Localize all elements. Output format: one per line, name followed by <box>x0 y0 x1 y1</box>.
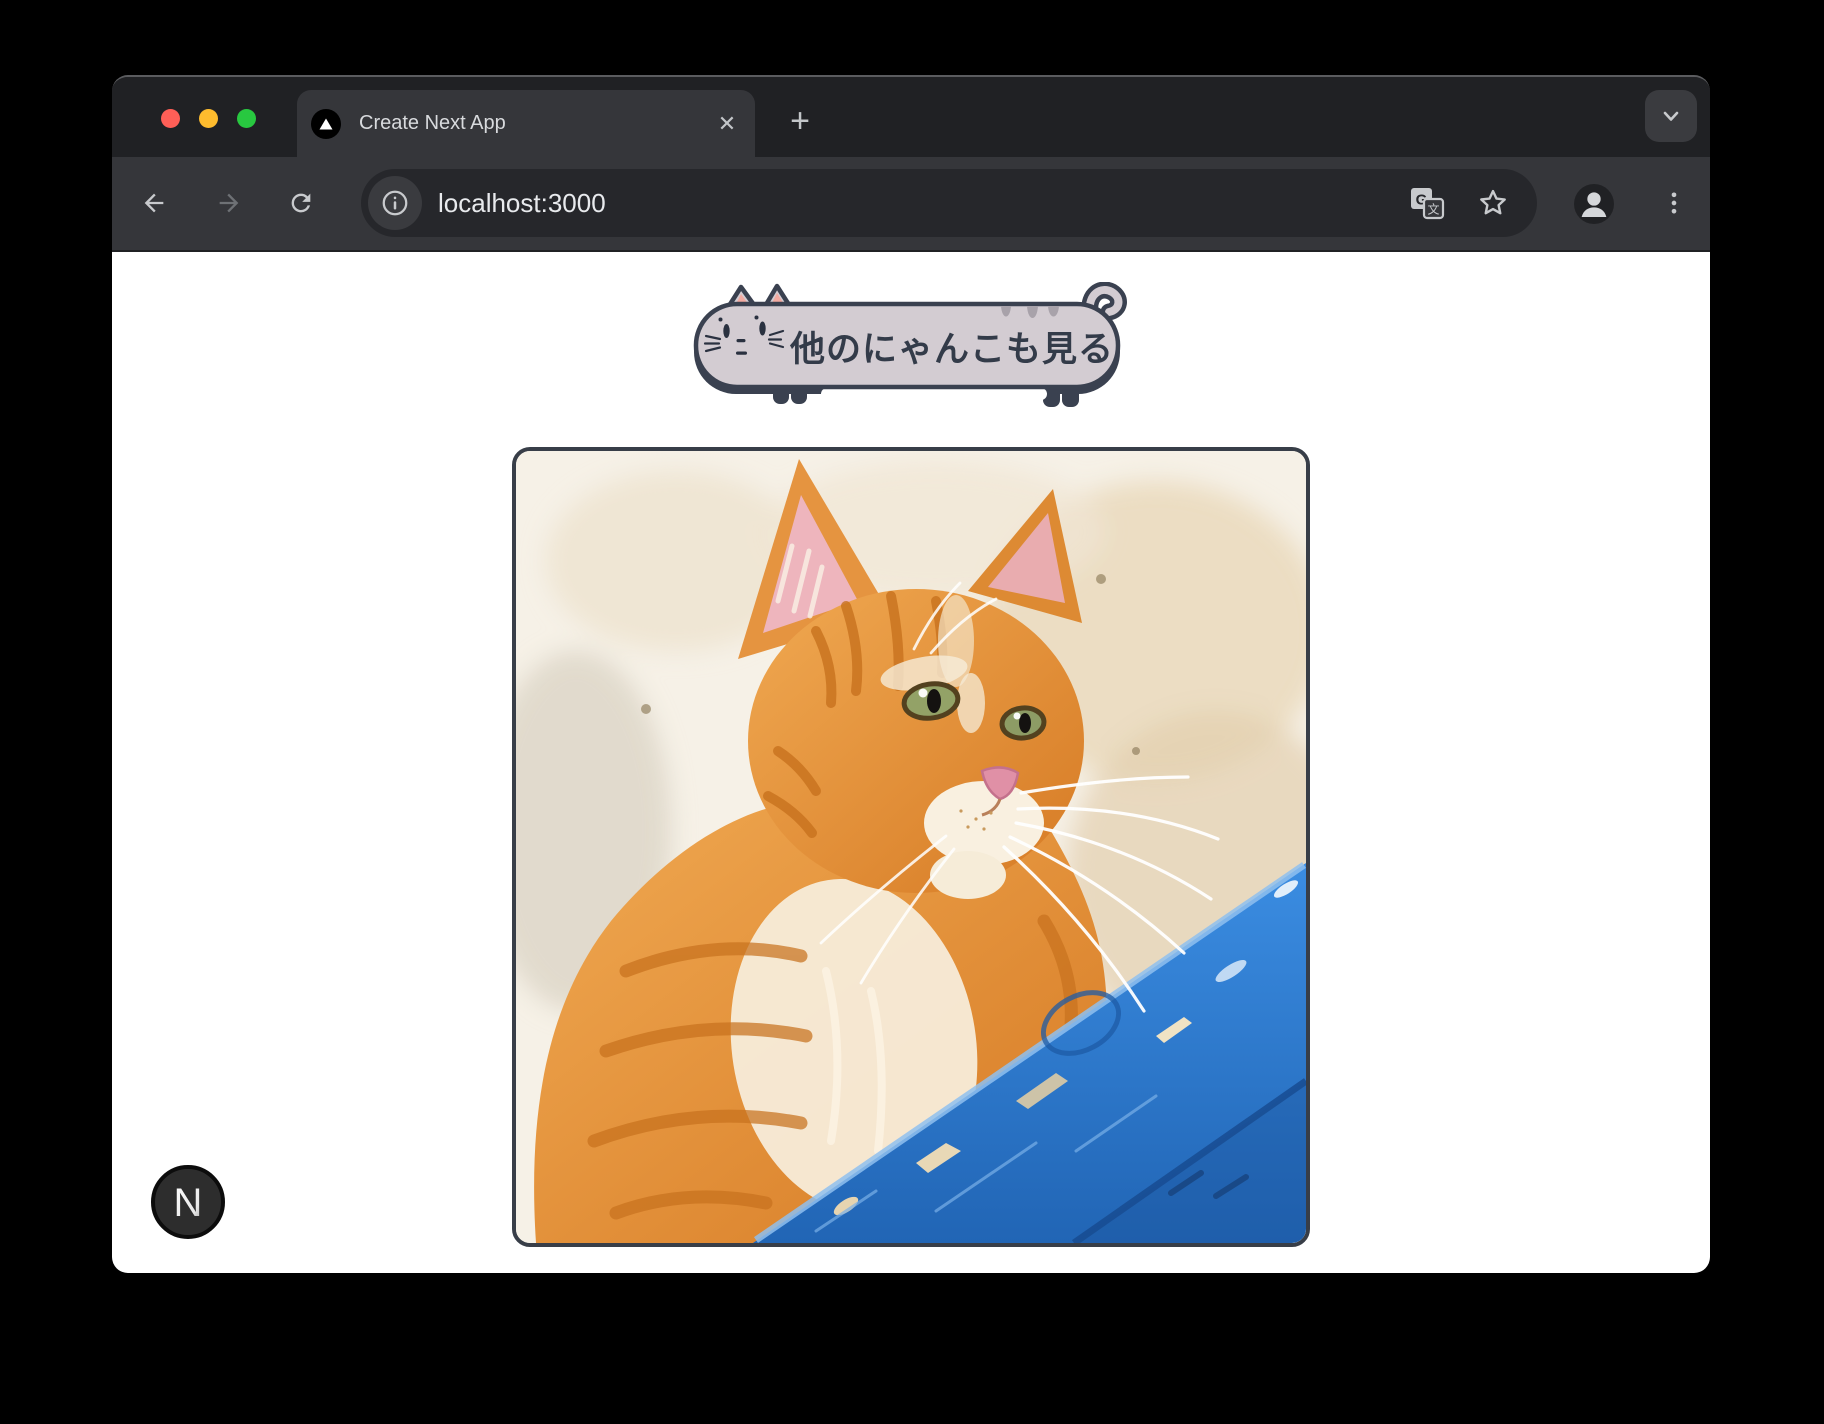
tab-create-next-app[interactable]: Create Next App ✕ <box>297 90 755 157</box>
chevron-down-icon <box>1657 102 1685 130</box>
address-bar-actions: G 文 <box>1407 183 1537 223</box>
site-info-button[interactable] <box>368 176 422 230</box>
star-outline-icon <box>1476 186 1510 220</box>
kitten-photo-illustration <box>516 451 1306 1243</box>
toolbar: localhost:3000 G 文 <box>112 157 1710 250</box>
nextjs-logo-icon: N <box>150 1164 226 1240</box>
profile-button[interactable] <box>1574 184 1614 224</box>
arrow-right-icon <box>215 189 243 217</box>
nextjs-badge-letter: N <box>174 1181 203 1225</box>
tab-close-icon[interactable]: ✕ <box>710 107 744 141</box>
browser-menu-button[interactable] <box>1650 179 1698 227</box>
svg-text:文: 文 <box>1427 202 1439 217</box>
url-text[interactable]: localhost:3000 <box>438 188 1407 219</box>
screenshot-stage: Create Next App ✕ + <box>0 0 1824 1424</box>
google-translate-icon: G 文 <box>1409 185 1445 221</box>
cat-button-graphic: 他のにゃんこも見る <box>691 282 1131 410</box>
refresh-icon <box>287 189 315 217</box>
close-window-button[interactable] <box>161 109 180 128</box>
vercel-triangle-icon <box>311 109 341 139</box>
tab-strip: Create Next App ✕ + <box>112 77 1710 157</box>
cat-button-label: 他のにゃんこも見る <box>789 330 1114 369</box>
back-button[interactable] <box>130 179 178 227</box>
reload-button[interactable] <box>277 179 325 227</box>
browser-window: Create Next App ✕ + <box>112 75 1710 1273</box>
page-viewport: 他のにゃんこも見る <box>112 252 1710 1273</box>
forward-button[interactable] <box>205 179 253 227</box>
arrow-left-icon <box>140 189 168 217</box>
person-icon <box>1574 184 1614 224</box>
new-tab-button[interactable]: + <box>780 101 820 141</box>
info-circle-icon <box>380 188 410 218</box>
tab-title: Create Next App <box>359 112 710 135</box>
address-bar[interactable]: localhost:3000 G 文 <box>361 169 1537 237</box>
nextjs-dev-badge[interactable]: N <box>150 1164 226 1240</box>
traffic-lights <box>161 109 256 128</box>
translate-button[interactable]: G 文 <box>1407 183 1447 223</box>
tab-search-button[interactable] <box>1645 90 1697 142</box>
see-other-cats-button[interactable]: 他のにゃんこも見る <box>691 282 1131 410</box>
kebab-menu-icon <box>1660 189 1688 217</box>
bookmark-button[interactable] <box>1473 183 1513 223</box>
zoom-window-button[interactable] <box>237 109 256 128</box>
kitten-photo <box>512 447 1310 1247</box>
minimize-window-button[interactable] <box>199 109 218 128</box>
